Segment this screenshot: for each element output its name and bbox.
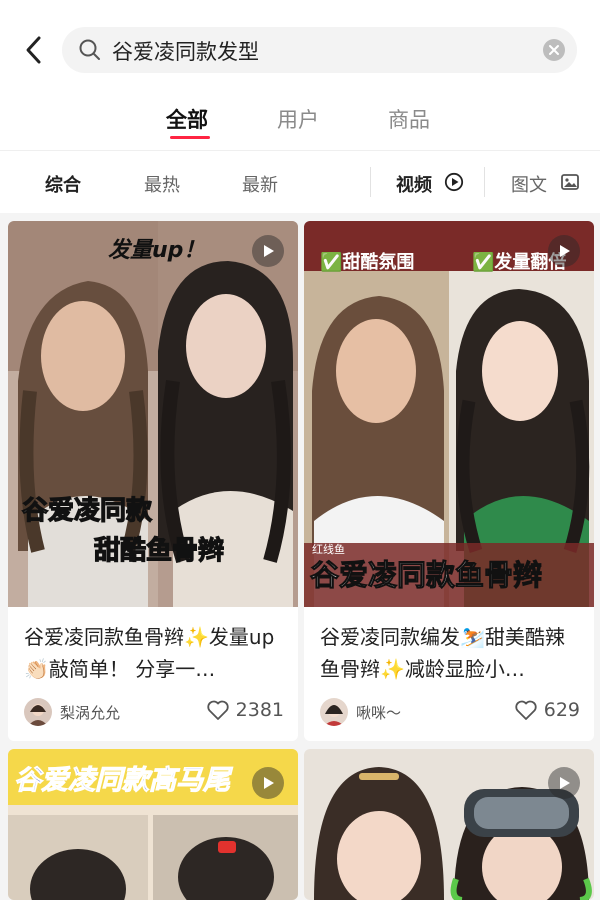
play-icon [560, 245, 570, 257]
image-icon [561, 174, 579, 190]
clear-search-button[interactable] [543, 39, 565, 61]
overlay-text: 谷爱凌同款高马尾 [14, 765, 233, 796]
like-button[interactable]: 2381 [206, 699, 284, 721]
like-count: 629 [543, 699, 580, 721]
overlay-text: 甜酷鱼骨辫 [94, 536, 224, 566]
search-input[interactable]: 谷爱凌同款发型 [62, 27, 577, 73]
post-card[interactable]: 谷爱凌同款高马尾 [8, 749, 298, 900]
active-tab-indicator [170, 136, 210, 139]
post-card[interactable]: ✅甜酷氛围 ✅发量翻倍 红线鱼 谷爱凌同款鱼骨辫 谷爱凌同款编发⛷️甜美酷辣鱼骨… [304, 221, 594, 741]
heart-icon [515, 700, 537, 720]
post-thumbnail [304, 749, 594, 900]
back-button[interactable] [18, 32, 50, 68]
like-button[interactable]: 629 [514, 699, 580, 721]
play-button[interactable] [252, 235, 284, 267]
results-feed: 发量up！ 谷爱凌同款 甜酷鱼骨辫 谷爱凌同款鱼骨辫✨发量up👏🏻敲简单！ 分享… [0, 213, 600, 900]
hairstyle-video-cover: ✅甜酷氛围 ✅发量翻倍 红线鱼 谷爱凌同款鱼骨辫 [304, 221, 594, 607]
post-thumbnail: 发量up！ 谷爱凌同款 甜酷鱼骨辫 [8, 221, 298, 607]
hairstyle-video-cover [304, 749, 594, 900]
post-title[interactable]: 谷爱凌同款编发⛷️甜美酷辣鱼骨辫✨减龄显脸小… [320, 621, 582, 685]
post-title[interactable]: 谷爱凌同款鱼骨辫✨发量up👏🏻敲简单！ 分享一… [24, 621, 286, 685]
tab-all[interactable]: 全部 [166, 104, 208, 134]
overlay-text: ✅甜酷氛围 [320, 251, 414, 273]
overlay-text: 红线鱼 [312, 542, 345, 556]
divider [370, 167, 371, 197]
heart-icon [206, 700, 229, 720]
post-author[interactable]: 梨涡允允 [24, 697, 120, 727]
filter-newest[interactable]: 最新 [242, 171, 278, 197]
filter-hottest[interactable]: 最热 [144, 171, 180, 197]
close-icon [549, 45, 559, 55]
post-thumbnail: 谷爱凌同款高马尾 [8, 749, 298, 900]
search-icon [79, 39, 100, 60]
filter-image-text[interactable]: 图文 [511, 171, 547, 197]
category-tabs: 全部 用户 商品 [0, 98, 600, 150]
like-count: 2381 [235, 699, 284, 721]
overlay-text: 发量up！ [108, 237, 205, 263]
author-name: 啾咪～ [356, 703, 402, 722]
play-icon [264, 777, 274, 789]
hairstyle-video-cover: 谷爱凌同款高马尾 [8, 749, 298, 900]
tab-products[interactable]: 商品 [388, 104, 430, 134]
post-card[interactable]: 发量up！ 谷爱凌同款 甜酷鱼骨辫 谷爱凌同款鱼骨辫✨发量up👏🏻敲简单！ 分享… [8, 221, 298, 741]
play-circle-icon [444, 172, 464, 192]
overlay-text: 谷爱凌同款 [22, 496, 153, 526]
avatar [320, 698, 348, 726]
filter-bar: 综合 最热 最新 视频 图文 [0, 151, 600, 213]
post-card[interactable] [304, 749, 594, 900]
play-button[interactable] [548, 235, 580, 267]
filter-video[interactable]: 视频 [396, 171, 432, 197]
play-button[interactable] [548, 767, 580, 799]
filter-comprehensive[interactable]: 综合 [45, 171, 81, 197]
post-author[interactable]: 啾咪～ [320, 697, 401, 727]
post-thumbnail: ✅甜酷氛围 ✅发量翻倍 红线鱼 谷爱凌同款鱼骨辫 [304, 221, 594, 607]
play-icon [560, 777, 570, 789]
hairstyle-video-cover: 发量up！ 谷爱凌同款 甜酷鱼骨辫 [8, 221, 298, 607]
play-button[interactable] [252, 767, 284, 799]
tab-users[interactable]: 用户 [277, 104, 319, 134]
play-icon [264, 245, 274, 257]
back-arrow-icon [26, 36, 41, 64]
overlay-text: 谷爱凌同款鱼骨辫 [310, 558, 542, 592]
search-header: 谷爱凌同款发型 [0, 0, 600, 100]
author-name: 梨涡允允 [60, 703, 121, 722]
search-query: 谷爱凌同款发型 [112, 40, 259, 64]
divider [484, 167, 485, 197]
avatar [24, 698, 52, 726]
